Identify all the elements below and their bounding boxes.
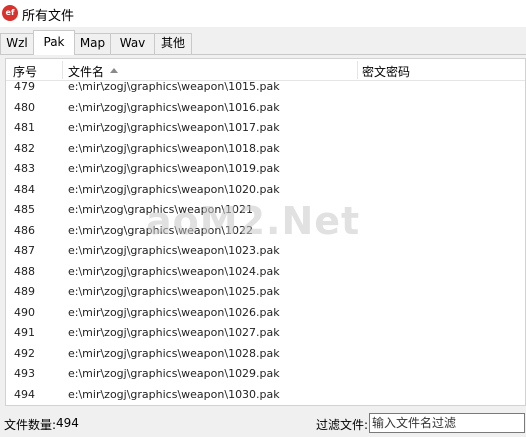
table-row[interactable]: 482 e:\mir\zogj\graphics\weapon\1018.pak (6, 140, 525, 161)
row-filename: e:\mir\zogj\graphics\weapon\1030.pak (68, 387, 280, 401)
row-index: 480 (14, 100, 35, 114)
tab-divider (0, 54, 526, 55)
table-row[interactable]: 491 e:\mir\zogj\graphics\weapon\1027.pak (6, 324, 525, 345)
row-index: 490 (14, 305, 35, 319)
tab-wzl[interactable]: Wzl (0, 33, 34, 54)
row-filename: e:\mir\zogj\graphics\weapon\1025.pak (68, 285, 280, 298)
file-count-label: 文件数量: (4, 418, 57, 432)
row-filename: e:\mir\zogj\graphics\weapon\1024.pak (68, 264, 280, 278)
table-row[interactable]: 490 e:\mir\zogj\graphics\weapon\1026.pak (6, 304, 525, 325)
row-index: 492 (14, 346, 35, 360)
row-filename: e:\mir\zogj\graphics\weapon\1023.pak (68, 244, 280, 257)
row-filename: e:\mir\zog\graphics\weapon\1022 (68, 223, 254, 237)
tab-pak[interactable]: Pak (33, 30, 75, 55)
table-row[interactable]: 487 e:\mir\zogj\graphics\weapon\1023.pak (6, 242, 525, 263)
row-index: 488 (14, 264, 35, 278)
table-row[interactable]: 481 e:\mir\zogj\graphics\weapon\1017.pak (6, 119, 525, 140)
table-row[interactable]: 493 e:\mir\zogj\graphics\weapon\1029.pak (6, 365, 525, 386)
row-index: 483 (14, 162, 35, 175)
table-row[interactable]: 486 e:\mir\zog\graphics\weapon\1022 (6, 222, 525, 243)
row-filename: e:\mir\zogj\graphics\weapon\1019.pak (68, 162, 280, 175)
row-index: 493 (14, 367, 35, 380)
row-filename: e:\mir\zogj\graphics\weapon\1015.pak (68, 80, 280, 93)
table-row[interactable]: 494 e:\mir\zogj\graphics\weapon\1030.pak (6, 386, 525, 406)
table-row[interactable]: 488 e:\mir\zogj\graphics\weapon\1024.pak (6, 263, 525, 284)
filter-input[interactable] (369, 413, 525, 433)
file-count-value: 494 (56, 416, 79, 430)
status-bar: 文件数量: 494 过滤文件: (0, 408, 526, 437)
file-list[interactable]: 序号 文件名 密文密码 479 e:\mir\zogj\graphics\wea… (5, 58, 526, 406)
title-bar: ef 所有文件 (0, 0, 526, 27)
row-filename: e:\mir\zogj\graphics\weapon\1029.pak (68, 367, 280, 380)
row-index: 486 (14, 223, 35, 237)
row-index: 487 (14, 244, 35, 257)
row-filename: e:\mir\zogj\graphics\weapon\1028.pak (68, 346, 280, 360)
column-separator[interactable] (62, 61, 63, 79)
table-row[interactable]: 484 e:\mir\zogj\graphics\weapon\1020.pak (6, 181, 525, 202)
row-index: 482 (14, 141, 35, 155)
row-index: 491 (14, 326, 35, 339)
list-rows: 479 e:\mir\zogj\graphics\weapon\1015.pak… (6, 78, 525, 405)
table-row[interactable]: 480 e:\mir\zogj\graphics\weapon\1016.pak (6, 99, 525, 120)
row-index: 484 (14, 182, 35, 196)
row-filename: e:\mir\zog\graphics\weapon\1021 (68, 203, 254, 216)
file-list-window: ef 所有文件 Wzl Pak Map Wav 其他 序号 文件名 密文密码 4… (0, 0, 526, 437)
table-row[interactable]: 483 e:\mir\zogj\graphics\weapon\1019.pak (6, 160, 525, 181)
tab-map[interactable]: Map (74, 33, 111, 54)
row-index: 494 (14, 387, 35, 401)
table-row[interactable]: 489 e:\mir\zogj\graphics\weapon\1025.pak (6, 283, 525, 304)
row-filename: e:\mir\zogj\graphics\weapon\1020.pak (68, 182, 280, 196)
tab-other[interactable]: 其他 (154, 33, 192, 54)
row-index: 489 (14, 285, 35, 298)
row-filename: e:\mir\zogj\graphics\weapon\1026.pak (68, 305, 280, 319)
tab-wav[interactable]: Wav (110, 33, 155, 54)
row-filename: e:\mir\zogj\graphics\weapon\1018.pak (68, 141, 280, 155)
table-row[interactable]: 485 e:\mir\zog\graphics\weapon\1021 (6, 201, 525, 222)
table-row[interactable]: 479 e:\mir\zogj\graphics\weapon\1015.pak (6, 78, 525, 99)
row-filename: e:\mir\zogj\graphics\weapon\1017.pak (68, 121, 280, 134)
row-filename: e:\mir\zogj\graphics\weapon\1027.pak (68, 326, 280, 339)
tab-strip: Wzl Pak Map Wav 其他 (0, 27, 526, 55)
window-title: 所有文件 (22, 9, 75, 24)
filter-label: 过滤文件: (316, 418, 369, 432)
row-index: 485 (14, 203, 35, 216)
column-separator[interactable] (357, 61, 358, 79)
app-logo-icon: ef (2, 5, 18, 21)
sort-ascending-icon (110, 68, 118, 73)
table-row[interactable]: 492 e:\mir\zogj\graphics\weapon\1028.pak (6, 345, 525, 366)
row-filename: e:\mir\zogj\graphics\weapon\1016.pak (68, 100, 280, 114)
row-index: 481 (14, 121, 35, 134)
row-index: 479 (14, 80, 35, 93)
